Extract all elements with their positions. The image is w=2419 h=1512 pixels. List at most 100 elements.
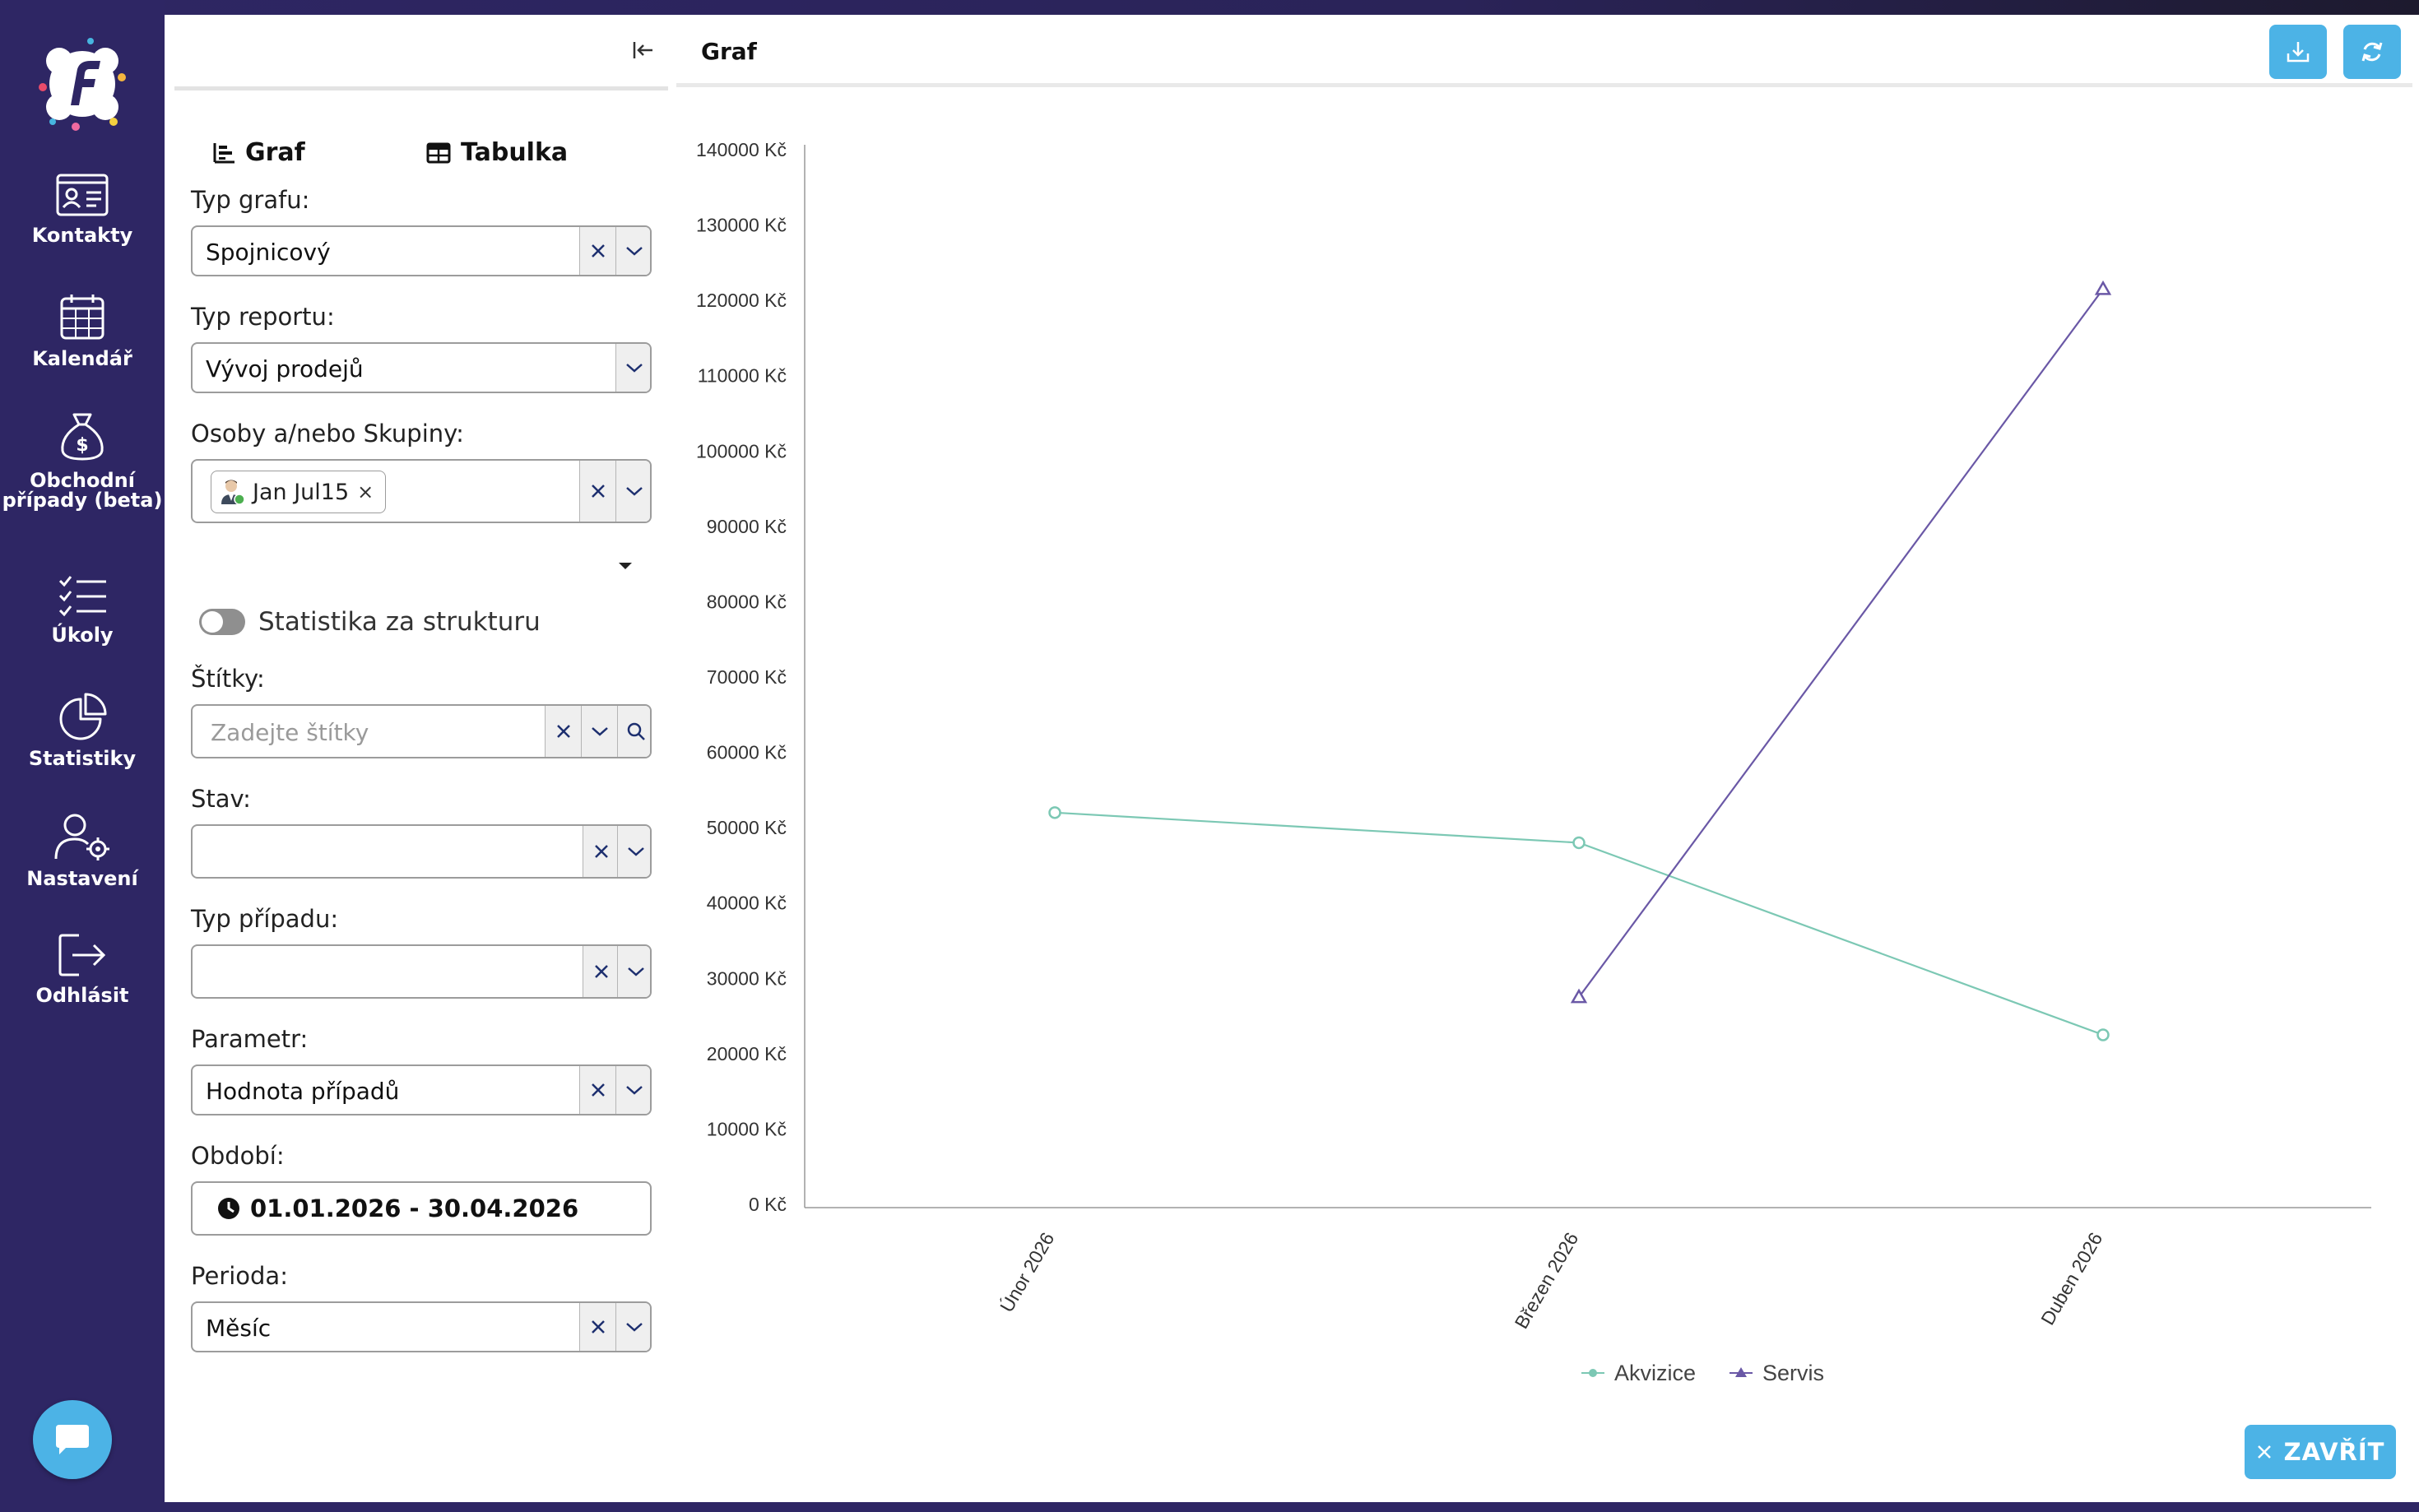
search-button[interactable] <box>617 706 650 757</box>
legend-label-akvizice: Akvizice <box>1614 1361 1696 1385</box>
x-tick-label: Duben 2026 <box>2036 1229 2106 1329</box>
refresh-icon <box>2361 42 2383 62</box>
parameter-value: Hodnota případů <box>206 1078 400 1105</box>
chart-type-select[interactable]: Spojnicový <box>191 225 652 276</box>
tags-placeholder: Zadejte štítky <box>211 719 369 746</box>
chart-type-value: Spojnicový <box>206 239 331 266</box>
period-value: Měsíc <box>206 1315 272 1342</box>
data-point <box>1048 806 1061 819</box>
nav-item-statistiky[interactable]: Statistiky <box>0 693 165 768</box>
download-button[interactable] <box>2269 25 2327 79</box>
dropdown-button[interactable] <box>617 826 650 877</box>
search-icon <box>627 722 645 740</box>
nav-item-kontakty[interactable]: Kontakty <box>0 173 165 245</box>
clear-button[interactable] <box>583 946 619 997</box>
contact-card-icon <box>56 174 109 216</box>
nav-label: Odhlásit <box>35 984 129 1007</box>
close-icon <box>591 244 605 257</box>
persons-select[interactable]: Jan Jul15 × <box>191 459 652 523</box>
close-icon <box>594 845 608 858</box>
svg-text:$: $ <box>76 435 88 456</box>
chevron-down-icon <box>591 727 608 736</box>
dropdown-button[interactable] <box>615 227 650 275</box>
tab-graf[interactable]: Graf <box>212 138 305 167</box>
y-tick-label: 70000 Kč <box>707 666 787 688</box>
caret-down-icon[interactable] <box>617 561 634 571</box>
period-label: Perioda: <box>191 1262 288 1290</box>
dropdown-button[interactable] <box>617 946 650 997</box>
collapse-panel-icon[interactable] <box>632 39 655 61</box>
y-tick-label: 100000 Kč <box>696 440 787 461</box>
dropdown-button[interactable] <box>615 344 650 392</box>
structure-toggle[interactable] <box>199 609 245 635</box>
structure-toggle-label: Statistika za strukturu <box>258 607 541 637</box>
app-logo-icon[interactable] <box>35 36 130 132</box>
avatar <box>221 480 244 505</box>
chevron-down-icon <box>625 247 643 256</box>
legend-marker <box>1589 1369 1597 1377</box>
tab-tabulka[interactable]: Tabulka <box>426 138 568 167</box>
bar-chart-icon <box>213 142 234 163</box>
clear-button[interactable] <box>579 461 615 522</box>
chart-panel-title: Graf <box>701 38 757 65</box>
dropdown-button[interactable] <box>581 706 617 757</box>
period-range-field[interactable]: 01.01.2026 - 30.04.2026 <box>191 1181 652 1236</box>
nav-label: Kontakty <box>31 224 133 247</box>
y-tick-label: 60000 Kč <box>707 742 787 763</box>
y-tick-label: 140000 Kč <box>696 139 787 160</box>
clear-button[interactable] <box>545 706 581 757</box>
close-icon <box>591 485 605 498</box>
period-range-value: 01.01.2026 - 30.04.2026 <box>250 1194 579 1222</box>
chip-remove-icon[interactable]: × <box>357 480 374 503</box>
y-tick-label: 0 Kč <box>749 1194 787 1215</box>
line-chart: 0 Kč 10000 Kč 20000 Kč 30000 Kč 40000 Kč 5000… <box>696 139 2371 1385</box>
tab-tabulka-label: Tabulka <box>461 138 569 167</box>
tags-input[interactable]: Zadejte štítky <box>191 704 652 758</box>
dropdown-button[interactable] <box>615 1066 650 1114</box>
case-type-select[interactable] <box>191 944 652 999</box>
close-icon <box>2257 1445 2271 1459</box>
x-tick-label: Březen 2026 <box>1511 1229 1583 1333</box>
clear-button[interactable] <box>579 1066 615 1114</box>
close-button[interactable]: ZAVŘÍT <box>2245 1425 2396 1479</box>
period-select[interactable]: Měsíc <box>191 1301 652 1352</box>
window-bottom-strip <box>165 1502 2419 1512</box>
person-chip[interactable]: Jan Jul15 × <box>211 471 387 513</box>
close-icon <box>591 1083 605 1097</box>
chevron-down-icon <box>625 1323 643 1332</box>
report-type-label: Typ reportu: <box>191 303 335 331</box>
y-tick-label: 30000 Kč <box>707 967 787 989</box>
logout-icon <box>58 934 106 976</box>
main-panel: Graf Tabulka Typ grafu: Spojnicový Typ r… <box>165 15 2419 1502</box>
clear-button[interactable] <box>579 1303 615 1351</box>
tags-label: Štítky: <box>191 665 265 693</box>
data-point <box>2096 1028 2110 1041</box>
refresh-button[interactable] <box>2343 25 2401 79</box>
user-gear-icon <box>54 814 109 860</box>
sidebar: Kontakty Kalendář $ Obchodní případy (be… <box>0 0 165 1512</box>
chevron-down-icon <box>625 1086 643 1095</box>
money-bag-icon: $ <box>61 413 104 461</box>
pie-chart-icon <box>59 693 107 740</box>
series-line-servis <box>1578 288 2104 998</box>
data-point <box>1572 836 1586 850</box>
dropdown-button[interactable] <box>615 461 650 522</box>
persons-label: Osoby a/nebo Skupiny: <box>191 420 464 448</box>
chat-button[interactable] <box>33 1400 112 1479</box>
person-chip-label: Jan Jul15 <box>253 479 350 505</box>
parameter-select[interactable]: Hodnota případů <box>191 1064 652 1115</box>
close-icon <box>594 965 608 978</box>
nav-item-odhlasit[interactable]: Odhlásit <box>0 933 165 1005</box>
clock-icon <box>218 1198 239 1219</box>
clear-button[interactable] <box>579 227 615 275</box>
clear-button[interactable] <box>583 826 619 877</box>
chart-panel-header: Graf <box>676 15 2412 87</box>
nav-item-ukoly[interactable]: Úkoly <box>0 574 165 645</box>
state-select[interactable] <box>191 824 652 879</box>
nav-item-obchodni-pripady[interactable]: $ Obchodní případy (beta) <box>0 411 165 510</box>
report-type-select[interactable]: Vývoj prodejů <box>191 342 652 393</box>
nav-item-nastaveni[interactable]: Nastavení <box>0 813 165 888</box>
chevron-down-icon <box>627 967 644 976</box>
dropdown-button[interactable] <box>615 1303 650 1351</box>
nav-item-kalendar[interactable]: Kalendář <box>0 293 165 369</box>
